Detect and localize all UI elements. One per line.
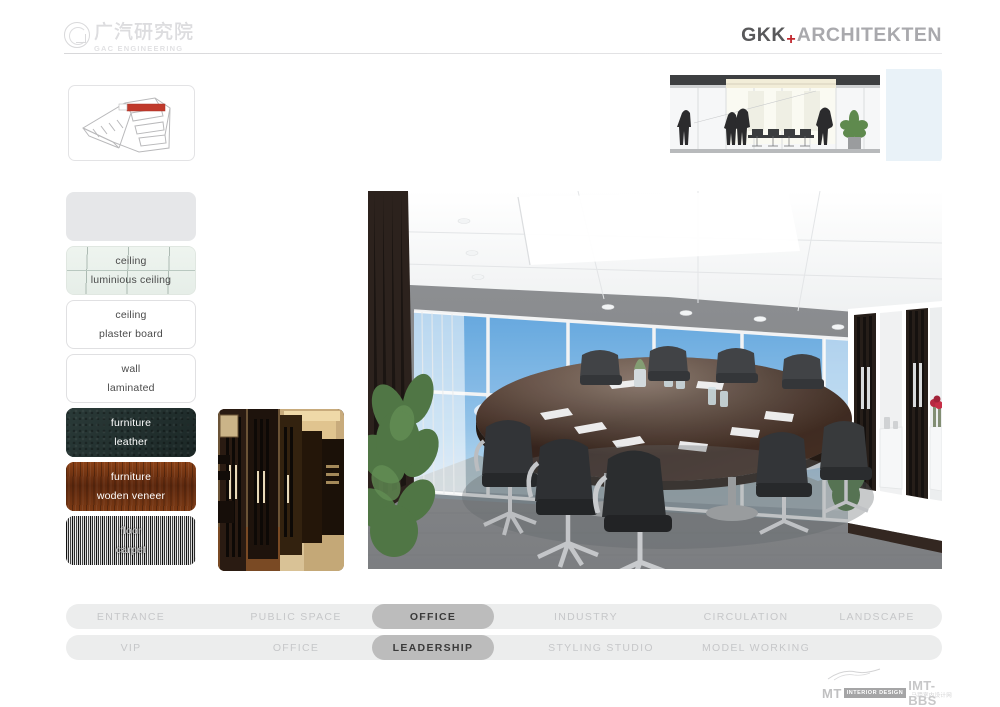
detail-photo-thumbnail[interactable]: [218, 409, 344, 571]
nav-item-office-sub[interactable]: OFFICE: [216, 635, 376, 660]
gac-logo: 广汽研究院 GAC ENGINEERING: [64, 22, 194, 53]
swatch-furniture-veneer-top: furniture: [110, 470, 152, 483]
nav-item-landscape[interactable]: LANDSCAPE: [812, 604, 942, 629]
nav-item-industry[interactable]: INDUSTRY: [506, 604, 666, 629]
gac-logo-en-text: GAC ENGINEERING: [94, 44, 184, 53]
architekten-text: ARCHITEKTEN: [796, 24, 942, 46]
main-rendering-image[interactable]: [368, 191, 942, 569]
boardroom-3d-rendering-icon: [368, 191, 942, 569]
nav-item-entrance[interactable]: ENTRANCE: [66, 604, 196, 629]
gac-circle-logo-icon: [64, 22, 90, 48]
swatch-blank[interactable]: [66, 192, 196, 241]
swatch-luminous-ceiling-bottom: luminious ceiling: [90, 273, 172, 286]
gac-logo-cn-text: 广汽研究院: [94, 21, 195, 43]
interior-wood-screen-photo-icon: [218, 409, 344, 571]
swatch-floor-carpet-top: floor: [120, 524, 142, 537]
nav-row-secondary: VIP OFFICE LEADERSHIP STYLING STUDIO MOD…: [66, 635, 942, 660]
slide-header: 广汽研究院 GAC ENGINEERING GKK+ARCHITEKTEN: [0, 0, 1000, 60]
nav-item-vip[interactable]: VIP: [66, 635, 196, 660]
header-divider: [64, 53, 942, 54]
nav-row-primary: ENTRANCE PUBLIC SPACE OFFICE INDUSTRY CI…: [66, 604, 942, 629]
swatch-luminous-ceiling-top: ceiling: [115, 254, 147, 267]
gkk-architekten-logo: GKK+ARCHITEKTEN: [741, 24, 942, 49]
swatch-plaster-board-bottom: plaster board: [99, 327, 163, 340]
swatch-plaster-board-top: ceiling: [115, 308, 147, 321]
nav-item-office[interactable]: OFFICE: [372, 604, 494, 629]
swatch-furniture-leather-bottom: leather: [114, 435, 148, 448]
swatch-floor-carpet[interactable]: floor carpet: [66, 516, 196, 565]
mt-bbs-watermark: MT INTERIOR DESIGN IMT-BBS WWW.MT-BBS.CO…: [822, 668, 952, 707]
nav-item-circulation[interactable]: CIRCULATION: [656, 604, 836, 629]
watermark-interior-design-badge: INTERIOR DESIGN: [843, 688, 907, 698]
keyplan-thumbnail[interactable]: [68, 85, 195, 161]
swatch-luminous-ceiling[interactable]: ceiling luminious ceiling: [66, 246, 196, 295]
gkk-brand-text: GKK: [741, 24, 786, 46]
swatch-plaster-board[interactable]: ceiling plaster board: [66, 300, 196, 349]
horse-swoosh-icon: [827, 668, 881, 681]
watermark-mt-text: MT: [822, 685, 842, 701]
section-drawing-thumbnail[interactable]: [664, 67, 942, 163]
category-navigation: ENTRANCE PUBLIC SPACE OFFICE INDUSTRY CI…: [66, 604, 942, 666]
nav-item-leadership[interactable]: LEADERSHIP: [372, 635, 494, 660]
floor-plan-key-icon: [81, 97, 171, 153]
architectural-section-icon: [664, 67, 942, 163]
swatch-furniture-veneer[interactable]: furniture woden veneer: [66, 462, 196, 511]
swatch-furniture-leather-top: furniture: [110, 416, 152, 429]
swatch-wall-laminated[interactable]: wall laminated: [66, 354, 196, 403]
swatch-wall-laminated-top: wall: [121, 362, 141, 375]
swatch-floor-carpet-bottom: carpet: [115, 543, 147, 556]
material-swatch-list: ceiling luminious ceiling ceiling plaste…: [66, 192, 196, 570]
swatch-wall-laminated-bottom: laminated: [107, 381, 155, 394]
nav-item-public-space[interactable]: PUBLIC SPACE: [216, 604, 376, 629]
swatch-furniture-veneer-bottom: woden veneer: [96, 489, 166, 502]
nav-item-model-working[interactable]: MODEL WORKING: [656, 635, 856, 660]
watermark-cn-text: 马蹄室内设计网: [911, 693, 952, 699]
keyplan-highlight-zone: [126, 103, 166, 112]
plus-icon: +: [786, 31, 797, 48]
swatch-furniture-leather[interactable]: furniture leather: [66, 408, 196, 457]
presentation-slide: 广汽研究院 GAC ENGINEERING GKK+ARCHITEKTEN ce…: [0, 0, 1000, 707]
